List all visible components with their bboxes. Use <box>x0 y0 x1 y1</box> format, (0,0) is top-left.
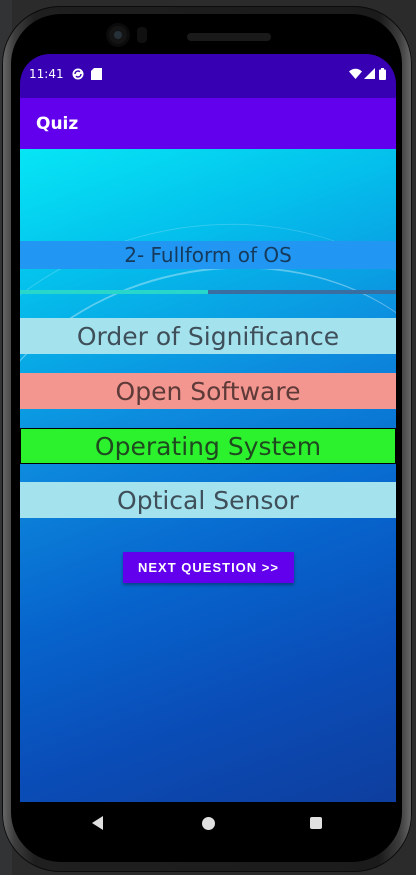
status-bar: 11:41 <box>20 54 396 98</box>
battery-icon <box>379 68 386 82</box>
answer-option-b[interactable]: Open Software <box>20 373 396 409</box>
proximity-sensor <box>137 27 147 43</box>
quiz-progress-fill <box>20 290 208 294</box>
answer-option-c[interactable]: Operating System <box>20 428 396 464</box>
home-icon[interactable] <box>197 812 219 834</box>
phone-screen: 11:41 Quiz 2- Fullform of OS Order of Si… <box>20 54 396 841</box>
front-camera <box>109 26 127 44</box>
sync-icon <box>72 68 84 82</box>
quiz-content: 2- Fullform of OS Order of Significance … <box>20 149 396 802</box>
answer-option-d[interactable]: Optical Sensor <box>20 482 396 518</box>
cell-signal-icon <box>364 68 375 81</box>
sd-card-icon <box>91 68 102 82</box>
earpiece-speaker <box>187 33 271 41</box>
system-navigation-bar <box>20 802 396 841</box>
back-icon[interactable] <box>86 812 108 834</box>
app-toolbar: Quiz <box>20 98 396 149</box>
recents-icon[interactable] <box>305 812 327 834</box>
wifi-icon <box>349 68 362 81</box>
toolbar-title: Quiz <box>36 114 79 134</box>
question-text: 2- Fullform of OS <box>20 241 396 269</box>
next-question-button[interactable]: NEXT QUESTION >> <box>123 552 294 583</box>
quiz-progress-bar <box>20 290 396 294</box>
status-time: 11:41 <box>29 67 64 81</box>
answer-option-a[interactable]: Order of Significance <box>20 318 396 354</box>
